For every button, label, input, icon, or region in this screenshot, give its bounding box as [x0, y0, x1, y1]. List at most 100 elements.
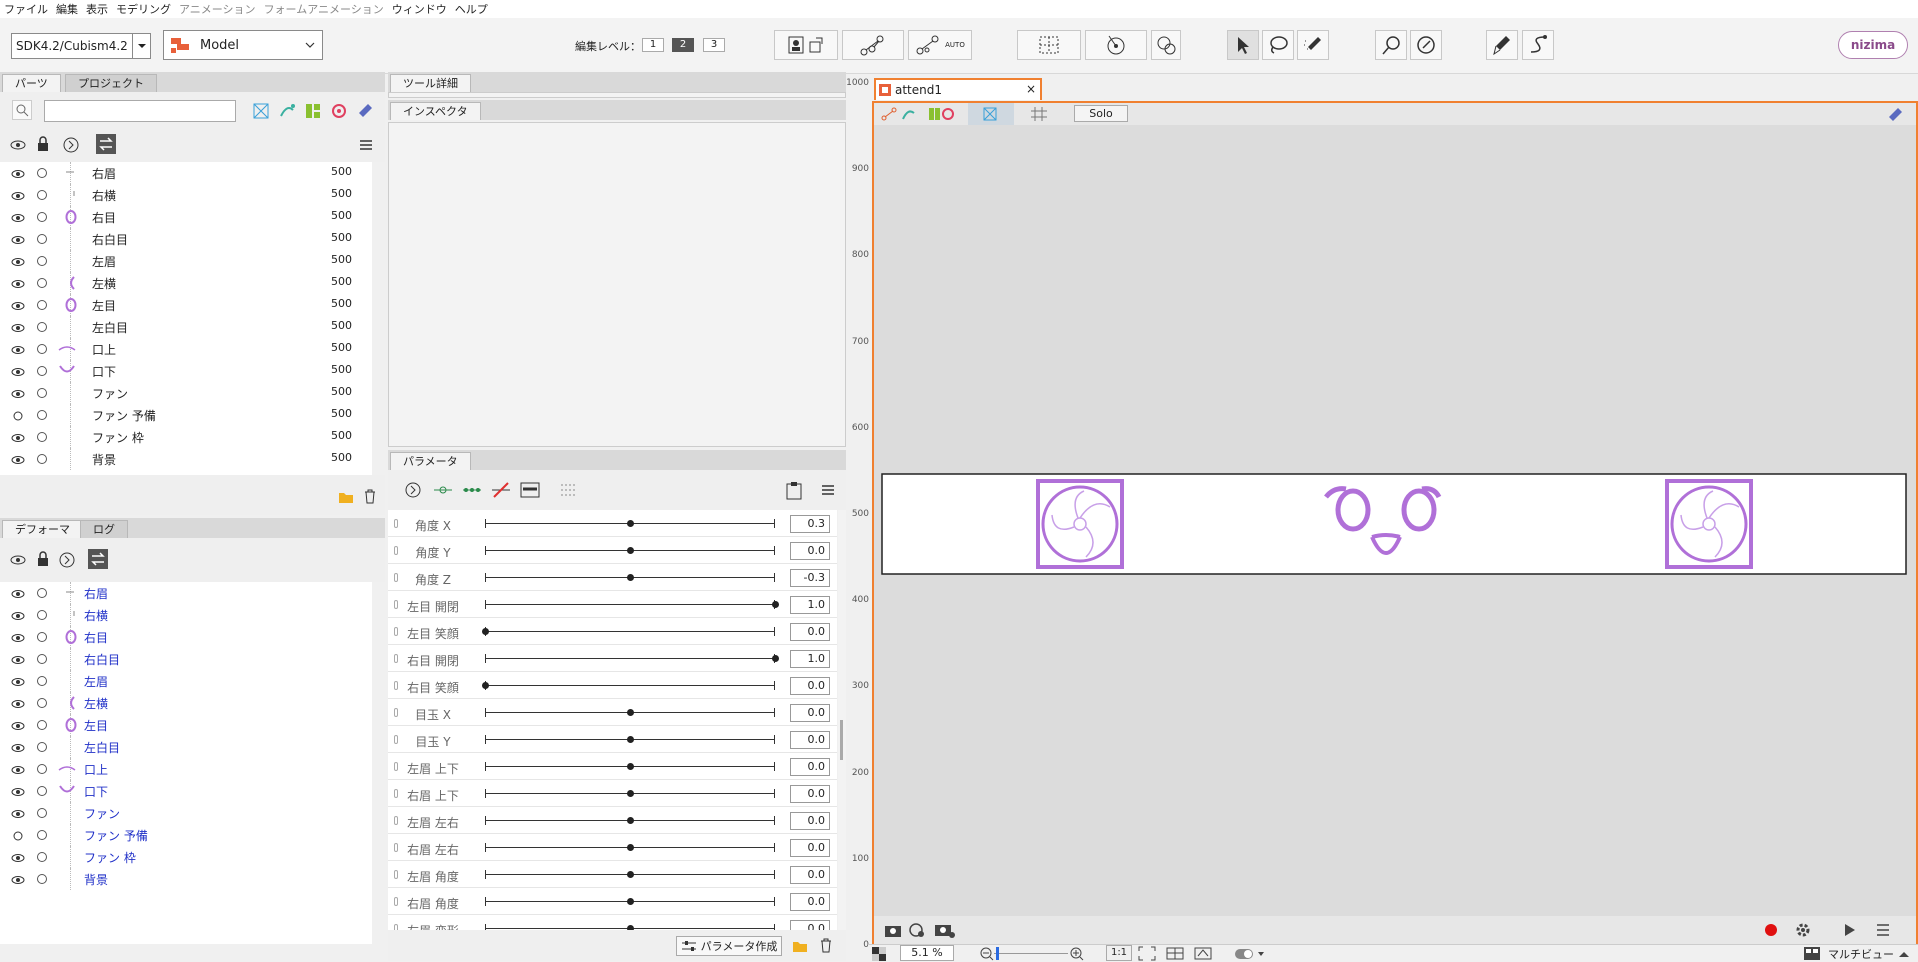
list-item[interactable]: ファン 枠 500 — [0, 426, 372, 448]
eye-icon[interactable] — [11, 632, 25, 646]
lock-toggle[interactable] — [37, 256, 47, 266]
toggle-icon[interactable] — [1234, 947, 1264, 961]
clipboard-icon[interactable] — [784, 481, 804, 501]
camera-icon[interactable] — [884, 922, 902, 938]
curve-tool-button[interactable] — [1522, 30, 1554, 60]
lock-toggle[interactable] — [37, 322, 47, 332]
parts-search-input[interactable] — [44, 100, 236, 122]
eye-icon[interactable] — [11, 190, 25, 204]
parameter-value-field[interactable]: 0.0 — [790, 623, 830, 641]
parameter-value-field[interactable]: 0.0 — [790, 785, 830, 803]
lock-toggle[interactable] — [37, 654, 47, 664]
eye-icon[interactable] — [11, 278, 25, 292]
eye-icon[interactable] — [11, 344, 25, 358]
deformer-scrollbar[interactable] — [372, 582, 385, 944]
tab-tool-detail[interactable]: ツール詳細 — [390, 74, 471, 92]
edit-level-3[interactable]: 3 — [703, 38, 725, 52]
parameter-row[interactable]: 右眉 左右 0.0 — [388, 834, 837, 861]
auto-mesh-button[interactable]: AUTO — [908, 30, 972, 60]
parts-display-icon[interactable] — [928, 106, 956, 122]
lock-toggle[interactable] — [37, 410, 47, 420]
parameter-slider[interactable] — [485, 658, 775, 659]
search-button[interactable] — [12, 100, 32, 120]
lock-toggle[interactable] — [37, 874, 47, 884]
sdk-dropdown-button[interactable] — [132, 34, 150, 58]
play-icon[interactable] — [1840, 921, 1858, 939]
menu-item[interactable]: モデリング — [112, 1, 175, 17]
list-item[interactable]: 左白目 500 — [0, 316, 372, 338]
parameter-slider-knob[interactable] — [627, 871, 634, 878]
zoom-field[interactable]: 5.1 % — [900, 945, 954, 961]
rotation-deformer-button[interactable] — [1085, 30, 1147, 60]
lock-icon[interactable] — [36, 136, 50, 152]
lock-icon[interactable] — [36, 551, 50, 567]
close-icon[interactable]: × — [1026, 82, 1036, 96]
parameter-value-field[interactable]: 0.0 — [790, 920, 830, 930]
lock-toggle[interactable] — [37, 300, 47, 310]
list-item[interactable]: ファン 予備 500 — [0, 404, 372, 426]
parameter-slider-knob[interactable] — [627, 790, 634, 797]
list-item[interactable]: 右目 — [0, 626, 372, 648]
eye-icon[interactable] — [11, 610, 25, 624]
list-item[interactable]: ファン 予備 — [0, 824, 372, 846]
list-icon[interactable] — [1874, 921, 1892, 939]
sdk-version-select[interactable]: SDK4.2/Cubism4.2 — [11, 33, 151, 59]
eye-icon[interactable] — [11, 168, 25, 182]
lock-toggle[interactable] — [37, 278, 47, 288]
eye-icon[interactable] — [11, 300, 25, 314]
lock-toggle[interactable] — [37, 786, 47, 796]
menu-item[interactable]: ウィンドウ — [388, 1, 451, 17]
tab-parts[interactable]: パーツ — [2, 74, 61, 92]
parameter-row[interactable]: 目玉 X 0.0 — [388, 699, 837, 726]
parameter-row[interactable]: 目玉 Y 0.0 — [388, 726, 837, 753]
parameter-slider-knob[interactable] — [627, 520, 634, 527]
eye-icon[interactable] — [11, 322, 25, 336]
list-item[interactable]: 左横 500 — [0, 272, 372, 294]
pen-icon[interactable] — [1886, 106, 1904, 122]
menu-item[interactable]: 表示 — [82, 1, 112, 17]
model-select[interactable]: Model — [163, 30, 323, 60]
menu-item[interactable]: ヘルプ — [451, 1, 492, 17]
eye-icon[interactable] — [11, 256, 25, 270]
eye-icon[interactable] — [11, 588, 25, 602]
parameter-slider-knob[interactable] — [482, 628, 489, 635]
lock-toggle[interactable] — [37, 764, 47, 774]
list-item[interactable]: 左目 — [0, 714, 372, 736]
menu-item[interactable]: アニメーション — [175, 1, 260, 17]
eye-icon[interactable] — [11, 366, 25, 380]
lock-toggle[interactable] — [37, 852, 47, 862]
eye-icon[interactable] — [11, 742, 25, 756]
record-icon[interactable] — [1762, 921, 1780, 939]
expand-icon[interactable] — [404, 481, 422, 499]
parameter-scroll-thumb[interactable] — [840, 720, 843, 760]
lock-toggle[interactable] — [37, 830, 47, 840]
eye-icon[interactable] — [11, 234, 25, 248]
parameter-value-field[interactable]: 0.0 — [790, 866, 830, 884]
eye-icon[interactable] — [11, 212, 25, 226]
warp-deformer-button[interactable] — [1017, 30, 1081, 60]
texture-display-button[interactable] — [968, 103, 1014, 125]
actual-size-button[interactable]: 1:1 — [1106, 945, 1132, 961]
trash-icon[interactable] — [362, 488, 378, 504]
delete-key-icon[interactable] — [490, 481, 512, 499]
tab-log[interactable]: ログ — [80, 520, 128, 538]
lock-toggle[interactable] — [37, 720, 47, 730]
folder-icon[interactable] — [338, 489, 354, 505]
zoom-out-icon[interactable] — [980, 947, 994, 961]
fit-screen-icon[interactable] — [1138, 946, 1156, 961]
eye-hidden-icon[interactable] — [11, 410, 25, 424]
menu-item[interactable]: 編集 — [52, 1, 82, 17]
list-item[interactable]: 口下 500 — [0, 360, 372, 382]
parameter-row[interactable]: 左目 開閉 1.0 — [388, 591, 837, 618]
lock-toggle[interactable] — [37, 632, 47, 642]
guide-icon[interactable] — [1166, 946, 1184, 961]
pen-tool-button[interactable] — [1486, 30, 1518, 60]
parameter-slider-knob[interactable] — [482, 682, 489, 689]
rotation-filter-icon[interactable] — [330, 102, 348, 120]
menu-icon[interactable] — [820, 483, 836, 497]
lock-toggle[interactable] — [37, 168, 47, 178]
list-item[interactable]: 右白目 500 — [0, 228, 372, 250]
parameter-row[interactable]: 角度 X 0.3 — [388, 510, 837, 537]
tab-deformer[interactable]: デフォーマ — [2, 520, 83, 538]
parameter-row[interactable]: 右目 開閉 1.0 — [388, 645, 837, 672]
